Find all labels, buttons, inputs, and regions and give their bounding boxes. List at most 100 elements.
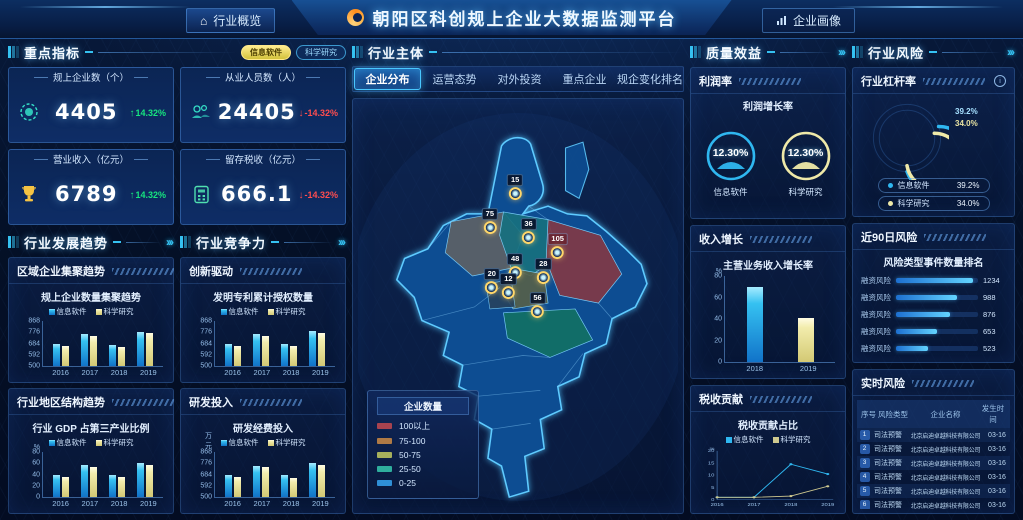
chart-cluster-trend[interactable]: 规上企业数量集聚趋势 信息软件科学研究500592684776868201620… (9, 284, 173, 382)
map-marker[interactable]: 56 (529, 292, 545, 318)
bar-group (137, 452, 153, 497)
bar-group (281, 321, 297, 366)
card-regional-cluster: 区域企业集聚趋势 规上企业数量集聚趋势 信息软件科学研究500592684776… (8, 257, 174, 383)
chart-revenue-growth[interactable]: 主营业务收入增长率 %02040608020182019 (691, 252, 845, 378)
map-marker[interactable]: 15 (507, 174, 523, 200)
leverage-gauge[interactable]: 39.2% 34.0% 信息软件 39.2% 科学研究 34.0% (853, 94, 1014, 216)
table-row[interactable]: 6司法预警北京启迪卓越科技有限公司03-16 (857, 498, 1010, 509)
bar-groups (215, 452, 335, 497)
gauge-info-software[interactable]: 12.30% 信息软件 (704, 129, 758, 198)
occurrence-time: 03-16 (984, 488, 1010, 495)
table-row[interactable]: 1司法预警北京启迪卓越科技有限公司03-16 (857, 428, 1010, 442)
hbar-label: 融资风险 (861, 309, 891, 320)
nav-enterprise-portrait[interactable]: 企业画像 (762, 8, 855, 33)
bar-group (81, 452, 97, 497)
table-row[interactable]: 2司法预警北京启迪卓越科技有限公司03-16 (857, 442, 1010, 456)
hbar-row[interactable]: 融资风险988 (861, 292, 1006, 303)
panel-title-key-indicators: 重点指标 (24, 43, 80, 62)
marker-value: 20 (484, 268, 500, 280)
legend-dot (888, 183, 893, 188)
hbar-row[interactable]: 融资风险1234 (861, 275, 1006, 286)
company-name: 北京启迪卓越科技有限公司 (909, 487, 982, 496)
hbar-row[interactable]: 融资风险523 (861, 343, 1006, 354)
tab-key-enterprises[interactable]: 重点企业 (552, 67, 617, 91)
card-tax-contribution: 税收贡献 税收贡献占比 信息软件科学研究05101520%20162017201… (690, 385, 846, 514)
map-legend-row: 75-100 (377, 436, 469, 446)
marker-value: 56 (529, 292, 545, 304)
x-tick: 2018 (111, 499, 128, 510)
line-plot[interactable]: 05101520%2016201720182019 (699, 447, 835, 508)
card-leverage-ratio: 行业杠杆率 39.2% 34.0% 信息软件 (852, 67, 1015, 217)
chart-patent[interactable]: 发明专利累计授权数量 信息软件科学研究500592684776868201620… (181, 284, 345, 382)
bar (109, 345, 116, 366)
hatch-decoration (240, 399, 302, 406)
bar-plot[interactable]: %020406080 (724, 276, 835, 363)
table-row[interactable]: 5司法预警北京启迪卓越科技有限公司03-16 (857, 484, 1010, 498)
index-badge: 5 (860, 486, 870, 496)
bar-group (53, 321, 69, 366)
panel-icon (8, 236, 19, 248)
x-tick: 2017 (254, 499, 271, 510)
chart-title: 风险类型事件数量排名 (853, 254, 1014, 269)
industry-body-tabs: 企业分布 运营态势 对外投资 重点企业 规企变化排名 (352, 66, 684, 92)
nav-portrait-label: 企业画像 (793, 12, 841, 29)
map-marker[interactable]: 105 (547, 233, 568, 259)
risk-column: 行业风险 ››› 行业杠杆率 39.2% 34.0% (852, 42, 1015, 514)
chart-rnd[interactable]: 研发经费投入 信息软件科学研究万元50059268477686820162017… (181, 415, 345, 513)
legend-item: 科学研究 (96, 437, 134, 448)
legend-item: 科学研究 (773, 434, 811, 445)
info-icon[interactable] (994, 75, 1006, 87)
table-row[interactable]: 4司法预警北京启迪卓越科技有限公司03-16 (857, 470, 1010, 484)
y-tick: 868 (200, 318, 215, 325)
panel-header-key-indicators: 重点指标 信息软件 科学研究 (8, 42, 346, 62)
marker-pin-icon (502, 286, 515, 299)
panel-icon (8, 46, 19, 58)
map-marker[interactable]: 36 (520, 218, 536, 244)
map-marker[interactable]: 28 (535, 258, 551, 284)
tab-enterprise-distribution[interactable]: 企业分布 (354, 68, 421, 90)
more-button-quality[interactable]: ››› (838, 45, 846, 59)
bar-plot[interactable]: 万元500592684776868 (214, 452, 335, 498)
hbar-track (896, 312, 978, 317)
hbar-row[interactable]: 融资风险876 (861, 309, 1006, 320)
more-button-dev-trend[interactable]: ››› (166, 235, 174, 249)
stat-value: 6789 (43, 182, 129, 206)
map-marker[interactable]: 12 (500, 273, 516, 299)
nav-industry-overview[interactable]: ⌂ 行业概览 (186, 8, 275, 33)
bar (290, 478, 297, 497)
company-name: 北京启迪卓越科技有限公司 (909, 501, 982, 510)
y-tick: 0 (718, 359, 725, 366)
more-button-competitiveness[interactable]: ››› (338, 235, 346, 249)
hatch-decoration (750, 236, 812, 243)
bar-plot[interactable]: 500592684776868 (42, 321, 163, 367)
table-row[interactable]: 3司法预警北京启迪卓越科技有限公司03-16 (857, 456, 1010, 470)
pill-info-software[interactable]: 信息软件 (241, 45, 291, 60)
gauge-science-research[interactable]: 12.30% 科学研究 (779, 129, 833, 198)
bar-plot[interactable]: 500592684776868 (214, 321, 335, 367)
map-marker[interactable]: 75 (482, 208, 498, 234)
chart-risk-ranking[interactable]: 融资风险1234 融资风险988 融资风险876 融资风险653 融资风险523 (853, 269, 1014, 362)
bar (309, 463, 316, 497)
tab-operation-status[interactable]: 运营态势 (422, 67, 487, 91)
panel-line (442, 52, 684, 53)
marker-value: 36 (520, 218, 536, 230)
pill-science-research[interactable]: 科学研究 (296, 45, 346, 60)
stat-card-employees: 从业人员数（人） 24405 ↓ -14.32% (180, 67, 346, 143)
index-badge: 1 (860, 430, 870, 440)
bar-group (253, 321, 269, 366)
hbar-row[interactable]: 融资风险653 (861, 326, 1006, 337)
bar (109, 475, 116, 497)
more-button-risk[interactable]: ››› (1007, 45, 1015, 59)
card-innovation: 创新驱动 发明专利累计授权数量 信息软件科学研究5005926847768682… (180, 257, 346, 383)
tab-change-ranking[interactable]: 规企变化排名 (617, 67, 683, 91)
chart-tax-share[interactable]: 税收贡献占比 信息软件科学研究05101520%2016201720182019 (691, 412, 845, 513)
bar-plot[interactable]: %020406080 (42, 452, 163, 498)
bar (262, 336, 269, 366)
chart-title: 规上企业数量集聚趋势 (15, 289, 167, 304)
card-recent-90d-risk: 近90日风险 风险类型事件数量排名 融资风险1234融资风险988融资风险876… (852, 223, 1015, 363)
tab-outbound-investment[interactable]: 对外投资 (487, 67, 552, 91)
occurrence-time: 03-16 (984, 432, 1010, 439)
chart-gdp-share[interactable]: 行业 GDP 占第三产业比例 信息软件科学研究%0204060802016201… (9, 415, 173, 513)
x-tick: 2019 (800, 364, 817, 375)
map-marker[interactable]: 20 (484, 268, 500, 294)
